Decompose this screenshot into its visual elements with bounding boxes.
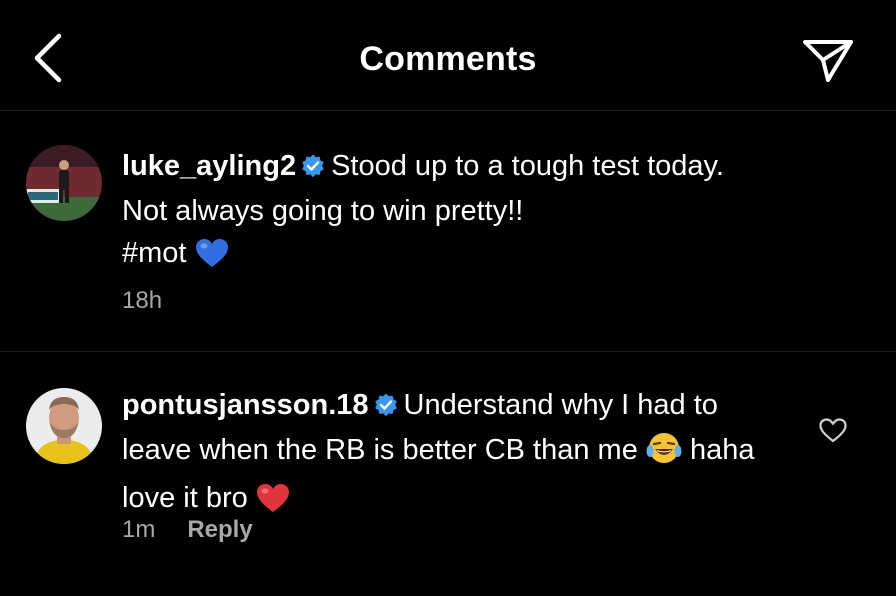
laughing-emoji-icon — [646, 431, 682, 477]
comment-text: luke_ayling2 Stood up to a tough test to… — [122, 145, 822, 280]
username[interactable]: luke_ayling2 — [122, 150, 296, 182]
caption-text-line1: Stood up to a tough test today. — [331, 150, 724, 182]
heart-outline-icon — [819, 417, 847, 442]
blue-heart-icon — [195, 238, 229, 280]
verified-badge-icon — [301, 148, 325, 190]
reply-button[interactable]: Reply — [187, 516, 252, 543]
avatar-image-pontus — [26, 388, 102, 464]
avatar[interactable] — [26, 145, 102, 221]
comment-timestamp: 1m — [122, 516, 156, 543]
share-button[interactable] — [796, 30, 860, 90]
verified-badge-icon — [374, 387, 398, 429]
paper-plane-icon — [803, 40, 853, 82]
caption-text-line2: Not always going to win pretty!! — [122, 195, 524, 227]
comments-header: Comments — [0, 0, 896, 111]
reply-comment: pontusjansson.18 Understand why I had to… — [0, 352, 896, 596]
avatar-image-luke — [26, 145, 102, 221]
avatar[interactable] — [26, 388, 102, 464]
like-button[interactable] — [816, 414, 850, 446]
comment-text: pontusjansson.18 Understand why I had to… — [122, 384, 782, 525]
comment-timestamp: 18h — [122, 287, 163, 314]
comment-meta: 1m Reply — [122, 516, 253, 544]
page-title: Comments — [359, 40, 537, 78]
username[interactable]: pontusjansson.18 — [122, 389, 369, 421]
caption-comment: luke_ayling2 Stood up to a tough test to… — [0, 111, 896, 352]
hashtag-link[interactable]: #mot — [122, 237, 186, 269]
red-heart-icon — [256, 483, 290, 525]
